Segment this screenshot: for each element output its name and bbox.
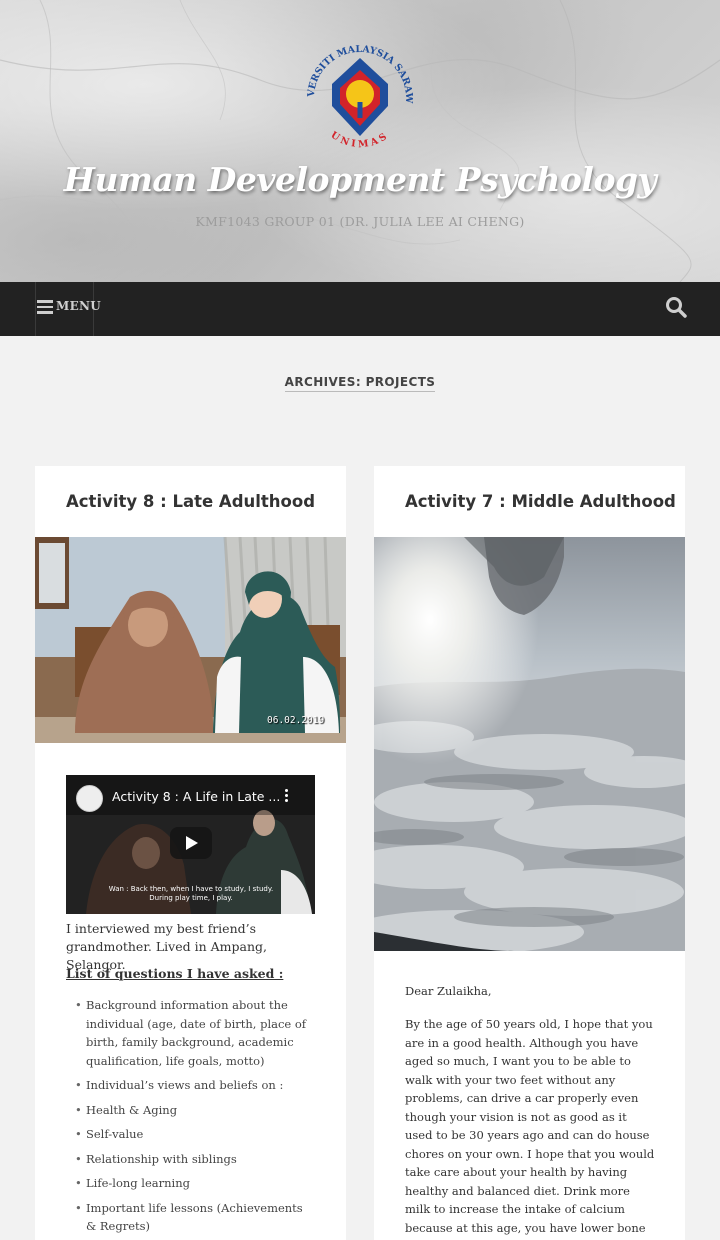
site-subtitle: KMF1043 GROUP 01 (DR. JULIA LEE AI CHENG… [195,214,525,229]
clouds-photo [374,537,685,951]
post-title[interactable]: Activity 7 : Middle Adulthood [405,492,676,511]
post-featured-image[interactable] [374,537,685,951]
list-item: Self-value [75,1125,315,1144]
navigation-bar: MENU [0,282,720,336]
video-subtitle: Wan : Back then, when I have to study, I… [108,885,274,902]
post-featured-image[interactable]: 06.02.2019 [35,537,346,743]
site-header: UNIVERSITI MALAYSIA SARAWAK UNIMAS Human… [0,0,720,282]
university-logo[interactable]: UNIVERSITI MALAYSIA SARAWAK UNIMAS [295,28,420,156]
more-options-icon[interactable] [284,789,290,805]
questions-list: Background information about the individ… [75,996,315,1240]
menu-label: MENU [56,299,102,313]
search-icon[interactable] [665,296,687,318]
list-item: Health & Aging [75,1101,315,1120]
post-card-activity-8: Activity 8 : Late Adulthood 06.02.2019 A… [35,466,346,1240]
post-title[interactable]: Activity 8 : Late Adulthood [66,492,315,511]
embedded-video[interactable]: Activity 8 : A Life in Late ... Wan : Ba… [66,775,315,914]
hamburger-icon [37,300,53,314]
site-title[interactable]: Human Development Psychology [0,160,720,199]
letter-greeting: Dear Zulaikha, [405,984,492,998]
list-item: Background information about the individ… [75,996,315,1070]
list-item: Individual’s views and beliefs on : [75,1076,315,1095]
play-button-icon[interactable] [170,827,212,859]
interview-photo [35,537,346,743]
list-item: Relationship with siblings [75,1150,315,1169]
channel-avatar[interactable] [76,785,103,812]
post-card-activity-7: Activity 7 : Middle Adulthood Dear Zulai… [374,466,685,1240]
photo-date-stamp: 06.02.2019 [267,715,325,726]
unimas-logo-icon: UNIVERSITI MALAYSIA SARAWAK UNIMAS [295,28,414,150]
archive-title: ARCHIVES: PROJECTS [0,371,720,392]
questions-heading: List of questions I have asked : [66,966,284,981]
list-item: Important life lessons (Achievements & R… [75,1199,315,1236]
letter-body: By the age of 50 years old, I hope that … [405,1017,655,1240]
archive-title-text: ARCHIVES: PROJECTS [284,375,436,392]
list-item: Life-long learning [75,1174,315,1193]
menu-button[interactable]: MENU [35,282,101,336]
video-title[interactable]: Activity 8 : A Life in Late ... [112,789,280,804]
